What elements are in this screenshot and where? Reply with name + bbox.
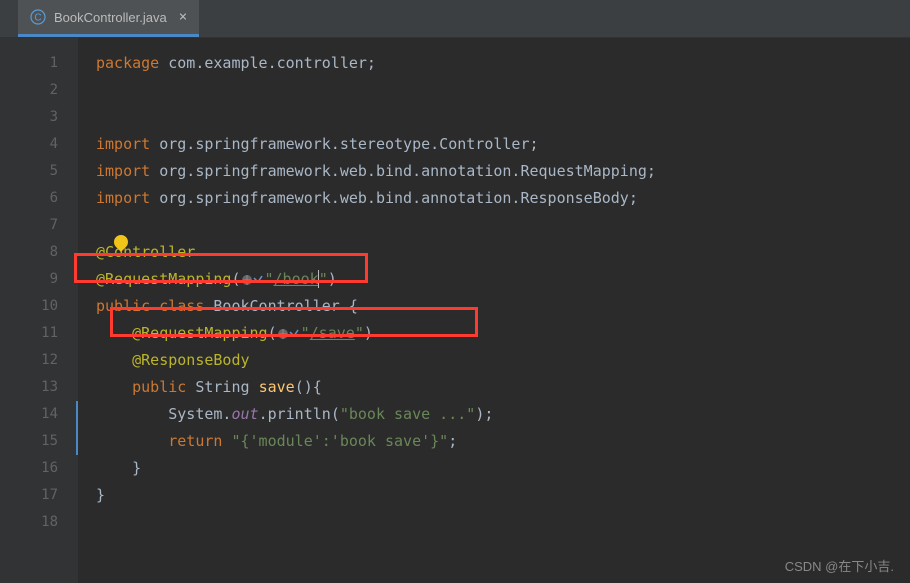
code-line: public String save(){ [96,374,910,401]
code-line [96,77,910,104]
line-number: 16 [18,455,78,482]
code-line: import org.springframework.web.bind.anno… [96,185,910,212]
line-number: 8 [18,239,78,266]
line-number: 1 [18,50,78,77]
editor-container: C BookController.java × 1 2 3 4 5 6 7 8 … [0,0,910,583]
java-class-icon: C [30,9,46,25]
tab-bar: C BookController.java × [0,0,910,38]
code-area[interactable]: package com.example.controller; import o… [78,38,910,583]
line-number: 18 [18,509,78,536]
gutter: 1 2 3 4 5 6 7 8 9 10 11 12 13 14 15 16 1… [18,38,78,583]
line-number: 12 [18,347,78,374]
line-number: 6 [18,185,78,212]
line-number: 15 [18,428,78,455]
code-line [96,212,910,239]
code-line: import org.springframework.web.bind.anno… [96,158,910,185]
code-line: @RequestMapping("/save") [96,320,910,347]
line-number: 17 [18,482,78,509]
tab-label: BookController.java [54,10,167,25]
line-number: 10 [18,293,78,320]
line-number: 7 [18,212,78,239]
line-number: 13 [18,374,78,401]
tab-bookcontroller[interactable]: C BookController.java × [18,0,199,37]
code-line: package com.example.controller; [96,50,910,77]
line-number: 11 [18,320,78,347]
editor-body: 1 2 3 4 5 6 7 8 9 10 11 12 13 14 15 16 1… [0,38,910,583]
code-line [96,104,910,131]
code-line: @ResponseBody [96,347,910,374]
line-number: 9 [18,266,78,293]
code-line: System.out.println("book save ..."); [96,401,910,428]
line-number: 5 [18,158,78,185]
code-line: @Controller [96,239,910,266]
url-mapping-icon[interactable] [277,327,299,341]
code-line: import org.springframework.stereotype.Co… [96,131,910,158]
svg-text:C: C [34,13,41,24]
line-number: 4 [18,131,78,158]
line-number: 14 [18,401,78,428]
code-line [96,509,910,536]
line-number: 3 [18,104,78,131]
code-line: public class BookController { [96,293,910,320]
line-number: 2 [18,77,78,104]
code-line: return "{'module':'book save'}"; [96,428,910,455]
watermark: CSDN @在下小吉. [785,556,894,575]
code-line: } [96,455,910,482]
close-icon[interactable]: × [175,9,187,25]
code-line: } [96,482,910,509]
left-stripe [0,38,18,583]
code-line: @RequestMapping("/book") [96,266,910,293]
url-mapping-icon[interactable] [241,273,263,287]
